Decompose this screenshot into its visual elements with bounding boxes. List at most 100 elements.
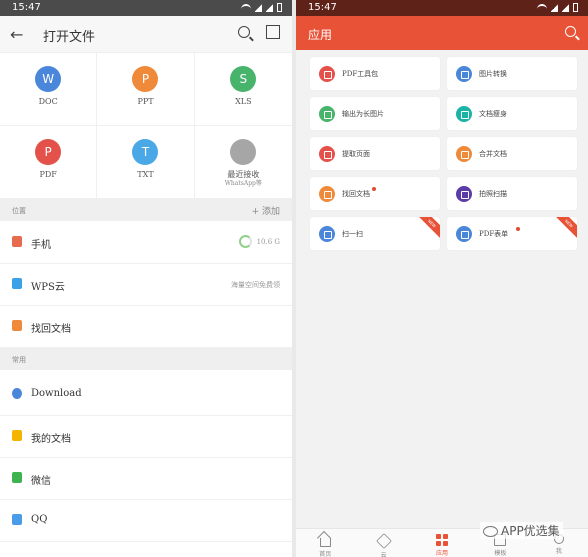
app-tile[interactable]: 找回文档 [310, 177, 440, 210]
file-type-label: 最近接收 [227, 170, 260, 179]
nav-label: 应用 [436, 550, 449, 557]
app-tile-label: 提取页面 [342, 150, 370, 158]
back-arrow-icon[interactable]: ← [10, 25, 23, 44]
app-tile-icon [456, 146, 472, 162]
app-tile-icon [319, 106, 335, 122]
watermark: APP优选集 [480, 522, 563, 539]
file-type-xls[interactable]: S XLS [194, 53, 292, 126]
location-section-header: 位置 + 添加 [0, 199, 292, 221]
app-tile-icon [456, 226, 472, 242]
file-type-label: DOC [38, 97, 58, 106]
common-folder-label: 我的文档 [31, 434, 71, 445]
grid-square [443, 534, 449, 539]
location-icon [12, 320, 22, 331]
signal-icon [551, 3, 558, 12]
app-tile-label: 文档瘦身 [479, 110, 507, 118]
app-tile[interactable]: 合并文档 [447, 137, 577, 170]
common-folder-item[interactable]: QQ [0, 499, 292, 542]
wechat-icon [483, 526, 498, 537]
app-tile[interactable]: 扫一扫 NEW [310, 217, 440, 250]
nav-cloud[interactable]: 云 [354, 529, 412, 557]
location-icon [12, 236, 22, 247]
status-time: 15:47 [12, 2, 41, 13]
folder-icon [12, 472, 22, 483]
file-type-txt[interactable]: T TXT [97, 126, 195, 199]
app-tile-label: PDF工具包 [342, 70, 379, 78]
app-tile[interactable]: 输出为长图片 [310, 97, 440, 130]
ppt-icon: P [132, 66, 159, 92]
file-type-doc[interactable]: W DOC [0, 53, 98, 126]
home-icon [319, 538, 331, 547]
app-tile[interactable]: 提取页面 [310, 137, 440, 170]
folder-icon [12, 514, 22, 525]
cloud-icon [375, 533, 392, 549]
app-tile[interactable]: 文档瘦身 [447, 97, 577, 130]
wifi-icon [537, 3, 547, 12]
new-ribbon: NEW [414, 217, 440, 241]
apps-screen: 15:47 应用 PDF工具包 图片转换输出为长图片 文档瘦身提取页面 合并文档找回文… [296, 0, 588, 557]
app-tile[interactable]: 图片转换 [447, 57, 577, 90]
app-tile-label: 找回文档 [342, 190, 370, 198]
section-label: 常用 [12, 356, 26, 364]
app-tile[interactable]: 拍照扫描 [447, 177, 577, 210]
app-tile-label: 合并文档 [479, 150, 507, 158]
grid-square [436, 541, 442, 546]
app-tile-icon [456, 106, 472, 122]
common-folder-item[interactable]: 我的文档 [0, 415, 292, 458]
file-type-label: TXT [137, 170, 154, 179]
location-item[interactable]: 手机 10.6 G [0, 221, 292, 264]
nav-label: 模板 [494, 550, 507, 557]
nav-apps[interactable]: 应用 [413, 529, 471, 557]
status-bar: 15:47 [296, 0, 588, 16]
location-label: WPS云 [31, 282, 65, 293]
common-folder-label: QQ [31, 514, 48, 525]
status-bar: 15:47 [0, 0, 292, 16]
file-type-label: PPT [137, 97, 154, 106]
file-type-pdf[interactable]: P PDF [0, 126, 98, 199]
open-file-screen: 15:47 ← 打开文件 W DOC P PPT S XLS P PDF T TXT 最近接收 Wha… [0, 0, 292, 557]
location-item[interactable]: 找回文档 [0, 305, 292, 348]
location-label: 手机 [31, 240, 51, 251]
common-folder-item[interactable]: 微信 [0, 457, 292, 500]
pdf-icon: P [35, 139, 62, 165]
page-title: 应用 [308, 28, 333, 42]
app-tile-icon [319, 226, 335, 242]
signal-icon [266, 3, 273, 12]
location-detail: 海量空间免费领 [231, 281, 280, 289]
search-icon[interactable] [238, 26, 250, 38]
app-tile-icon [319, 146, 335, 162]
folder-icon [12, 388, 22, 399]
common-section-header: 常用 [0, 348, 292, 370]
app-tile[interactable]: PDF工具包 [310, 57, 440, 90]
file-type-ppt[interactable]: P PPT [97, 53, 195, 126]
header: 应用 [296, 16, 588, 50]
txt-icon: T [132, 139, 159, 165]
common-folder-item[interactable]: Download [0, 373, 292, 416]
page-title: 打开文件 [43, 30, 96, 45]
nav-home[interactable]: 首页 [296, 529, 354, 557]
add-location-button[interactable]: + 添加 [252, 204, 280, 217]
notification-dot [516, 227, 520, 231]
app-tile-icon [319, 186, 335, 202]
signal-icon [562, 3, 569, 12]
search-icon[interactable] [565, 26, 576, 37]
storage-ring-icon [239, 235, 252, 248]
battery-icon [573, 3, 578, 12]
watermark-text: APP优选集 [501, 524, 560, 538]
file-type-sublabel: WhatsApp等 [224, 180, 262, 187]
notification-dot [372, 187, 376, 191]
wifi-icon [241, 3, 251, 12]
app-tile[interactable]: PDF表单 NEW [447, 217, 577, 250]
multi-select-icon[interactable] [266, 25, 280, 39]
grid-square [436, 534, 442, 539]
app-tile-label: 扫一扫 [342, 230, 363, 238]
app-tile-label: 输出为长图片 [342, 110, 384, 118]
file-type-recent-received[interactable]: 最近接收 WhatsApp等 [194, 126, 292, 199]
signal-icon [255, 3, 262, 12]
nav-label: 首页 [319, 551, 332, 557]
location-item[interactable]: WPS云 海量空间免费领 [0, 263, 292, 306]
status-icons [241, 3, 282, 12]
grid-square [443, 541, 449, 546]
recent-received-icon [230, 139, 257, 165]
nav-label: 云 [380, 552, 387, 557]
